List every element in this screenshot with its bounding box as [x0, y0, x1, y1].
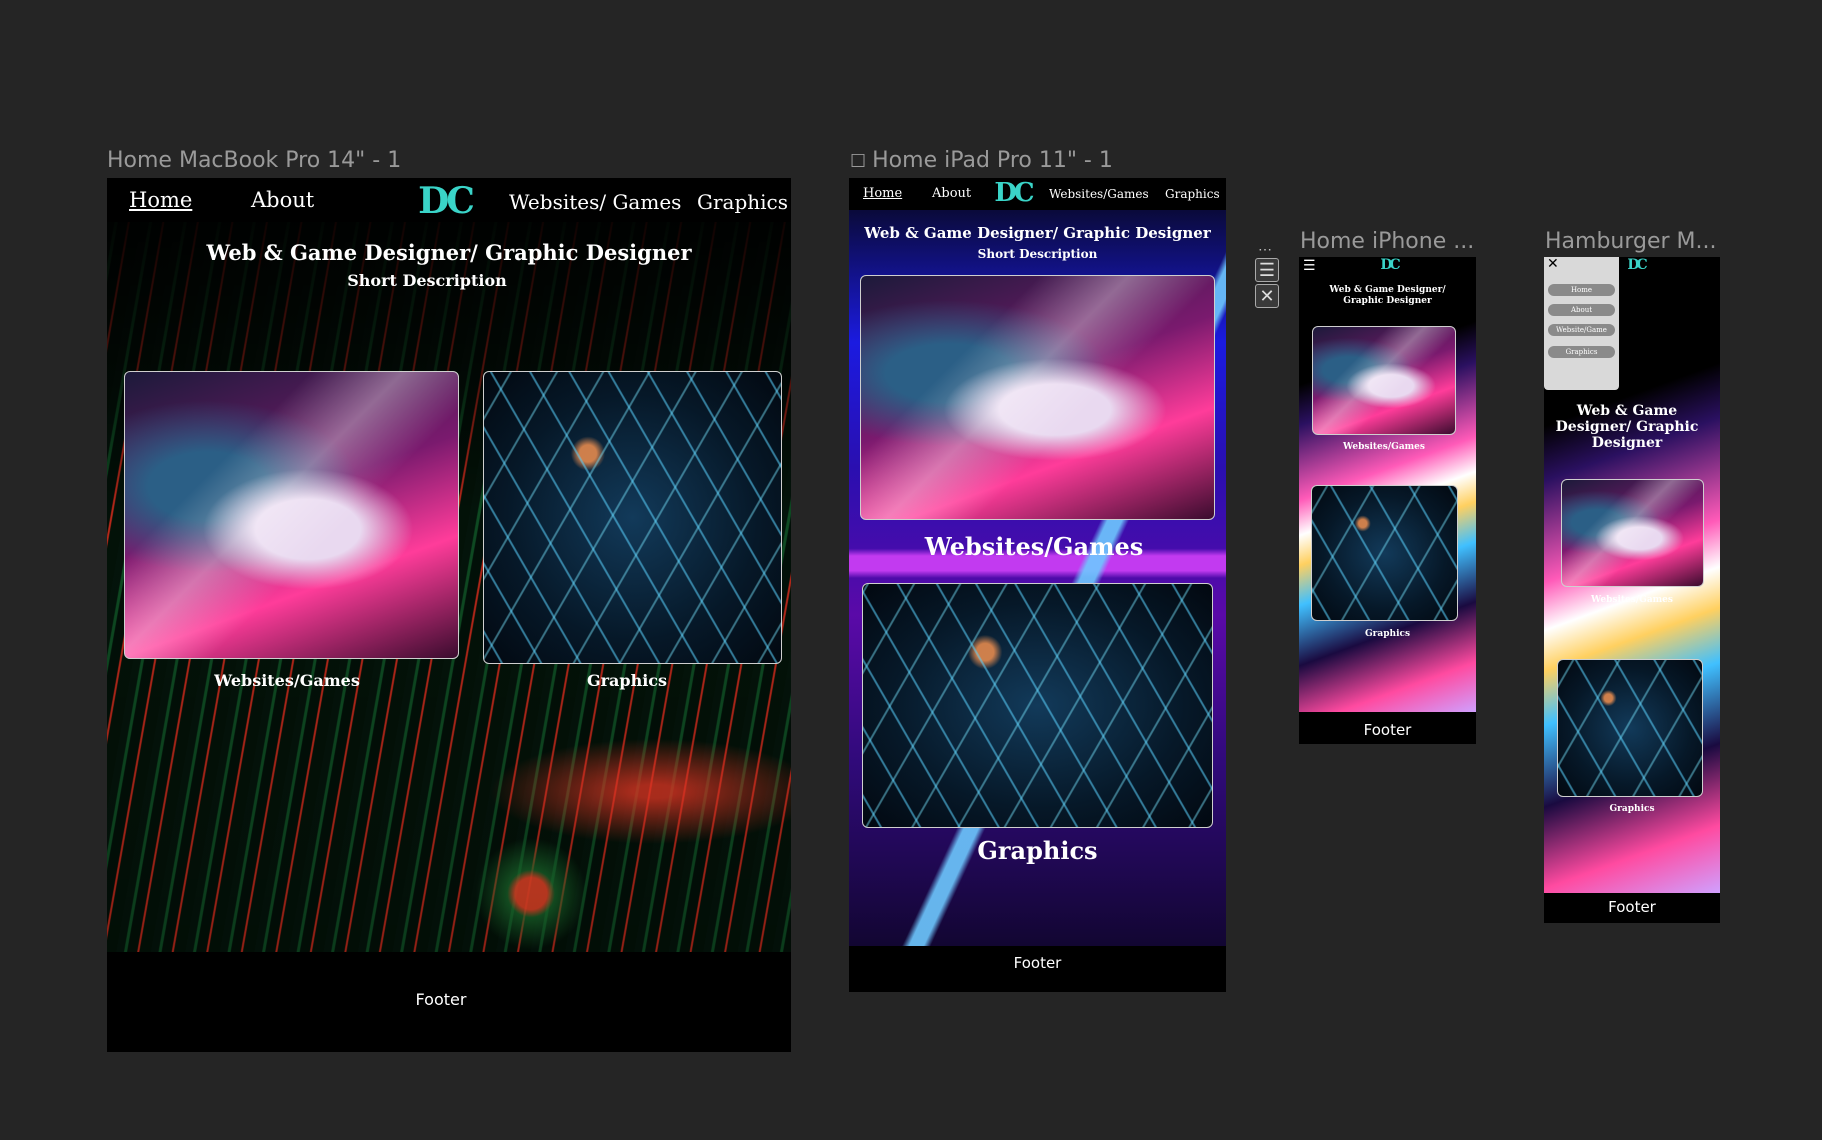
websites-games-caption[interactable]: Websites/Games — [1299, 442, 1469, 452]
websites-games-image[interactable] — [124, 371, 459, 659]
graphics-image[interactable] — [1557, 659, 1703, 797]
hamburger-menu-icon[interactable]: ☰ — [1303, 257, 1316, 274]
frame-label-ipad-text: Home iPad Pro 11" - 1 — [872, 148, 1113, 173]
menu-item-website-game[interactable]: Website/Game — [1548, 324, 1615, 336]
frame-macbook[interactable]: Home About DC Websites/ Games Graphics W… — [107, 178, 791, 1052]
menu-item-home[interactable]: Home — [1548, 284, 1615, 296]
hamburger-menu-panel: ✕ Home About Website/Game Graphics — [1544, 257, 1619, 390]
frame-iphone[interactable]: ☰ DC Web & Game Designer/ Graphic Design… — [1299, 257, 1476, 744]
hero-heading-line2: Designer/ Graphic — [1555, 419, 1699, 435]
menu-item-about[interactable]: About — [1548, 304, 1615, 316]
nav-home-link[interactable]: Home — [863, 186, 902, 201]
hero-heading-line3: Designer — [1591, 435, 1663, 451]
websites-games-image[interactable] — [860, 275, 1215, 520]
graphics-caption[interactable]: Graphics — [527, 671, 727, 690]
logo-icon[interactable]: DC — [993, 178, 1034, 208]
hero-heading-line1: Web & Game Designer/ — [1329, 285, 1446, 295]
nav-websites-link[interactable]: Websites/ Games — [509, 190, 681, 214]
frame-ipad[interactable]: Home About DC Websites/Games Graphics We… — [849, 178, 1226, 992]
websites-games-caption[interactable]: Websites/Games — [1544, 595, 1720, 605]
hero-subheading: Short Description — [977, 247, 1098, 261]
top-nav: ☰ DC — [1299, 257, 1476, 275]
hero-heading-line2: Graphic Designer — [1343, 296, 1432, 306]
websites-games-image[interactable] — [1561, 479, 1704, 587]
logo-icon[interactable]: DC — [1377, 257, 1401, 273]
top-nav: Home About DC Websites/Games Graphics — [849, 178, 1226, 210]
frame-label-iphone[interactable]: Home iPhone ... — [1300, 229, 1474, 254]
menu-item-graphics[interactable]: Graphics — [1548, 346, 1615, 358]
nav-graphics-link[interactable]: Graphics — [697, 190, 788, 214]
graphics-image[interactable] — [1311, 485, 1458, 621]
footer: Footer — [415, 990, 467, 1009]
frame-hamburger[interactable]: DC ✕ Home About Website/Game Graphics We… — [1544, 257, 1720, 923]
graphics-image[interactable] — [862, 583, 1213, 828]
footer: Footer — [1608, 898, 1656, 916]
frame-label-ipad[interactable]: ☐ Home iPad Pro 11" - 1 — [850, 148, 1113, 173]
websites-games-caption[interactable]: Websites/Games — [167, 671, 407, 690]
nav-about-link[interactable]: About — [932, 186, 971, 201]
close-menu-icon[interactable]: ✕ — [1547, 257, 1559, 272]
footer: Footer — [1013, 954, 1062, 972]
nav-graphics-link[interactable]: Graphics — [1165, 187, 1220, 201]
footer: Footer — [1363, 721, 1412, 739]
frame-label-macbook[interactable]: Home MacBook Pro 14" - 1 — [107, 148, 401, 173]
graphics-caption[interactable]: Graphics — [1544, 804, 1720, 814]
hero-subheading: Short Description — [347, 271, 507, 290]
logo-icon[interactable]: DC — [1624, 257, 1648, 273]
hero-heading: Web & Game Designer/ Graphic Designer — [206, 240, 692, 265]
frame-label-hamburger[interactable]: Hamburger M... — [1545, 229, 1717, 254]
websites-games-caption[interactable]: Websites/Games — [849, 532, 1219, 561]
nav-home-link[interactable]: Home — [129, 188, 192, 212]
graphics-caption[interactable]: Graphics — [1299, 629, 1476, 639]
nav-about-link[interactable]: About — [251, 188, 314, 212]
frame-icon: ☐ — [850, 151, 867, 172]
hero-heading: Web & Game Designer/ Graphic Designer — [864, 224, 1211, 242]
more-icon[interactable]: ⋯ — [1258, 241, 1272, 258]
nav-websites-link[interactable]: Websites/Games — [1049, 187, 1149, 201]
hero-heading-line1: Web & Game — [1576, 403, 1678, 419]
top-nav: Home About DC Websites/ Games Graphics — [107, 178, 791, 222]
logo-icon[interactable]: DC — [415, 180, 475, 222]
menu-icon[interactable]: ☰ — [1255, 258, 1279, 282]
graphics-caption[interactable]: Graphics — [849, 836, 1226, 865]
websites-games-image[interactable] — [1312, 326, 1456, 435]
close-icon[interactable]: ✕ — [1255, 284, 1279, 308]
graphics-image[interactable] — [483, 371, 782, 664]
